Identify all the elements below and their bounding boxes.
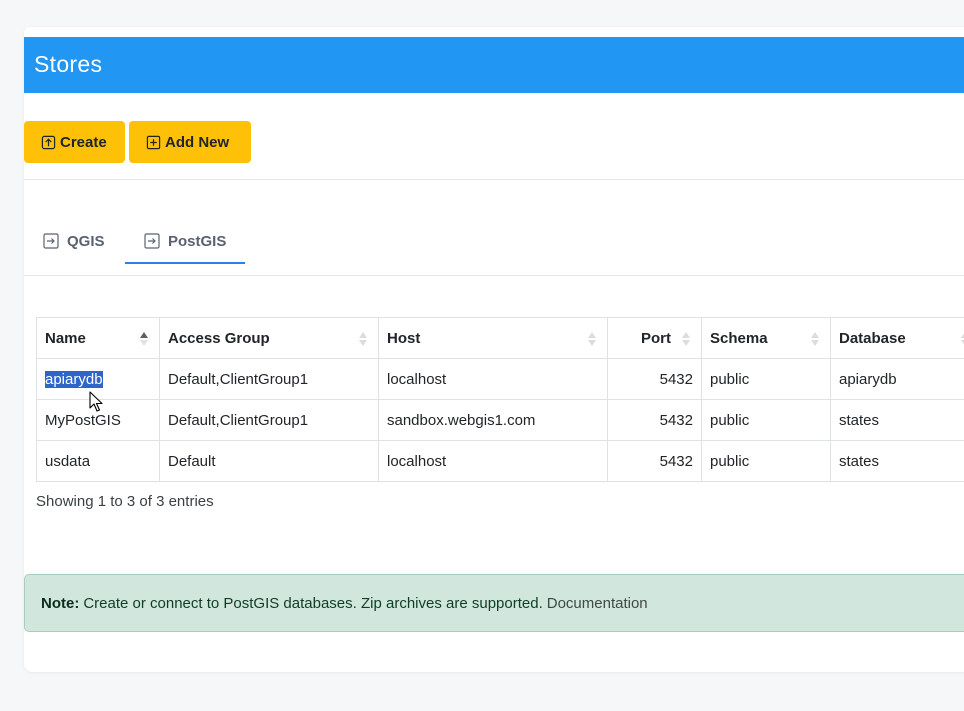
active-tab-indicator xyxy=(125,262,245,264)
cell-database: states xyxy=(830,440,964,482)
cell-host: localhost xyxy=(378,358,608,400)
card-header: Stores xyxy=(24,37,964,93)
column-header-access-group[interactable]: Access Group xyxy=(159,317,379,359)
sort-both-icon xyxy=(588,332,596,346)
divider xyxy=(24,179,964,180)
cell-schema: public xyxy=(701,440,831,482)
note-alert: Note: Create or connect to PostGIS datab… xyxy=(24,574,964,632)
sort-both-icon xyxy=(811,332,819,346)
create-button-label: Create xyxy=(60,133,107,151)
cell-host: localhost xyxy=(378,440,608,482)
note-label: Note: xyxy=(41,594,80,612)
tab-postgis-label: PostGIS xyxy=(168,232,227,250)
sort-both-icon xyxy=(682,332,690,346)
selected-text: apiarydb xyxy=(45,370,103,388)
table-info: Showing 1 to 3 of 3 entries xyxy=(36,493,214,510)
table-header-row: Name Access Group Host Port Schema Datab… xyxy=(36,317,964,359)
tab-qgis[interactable]: QGIS xyxy=(43,217,105,265)
page-title: Stores xyxy=(34,51,103,77)
cell-schema: public xyxy=(701,399,831,441)
stores-card: Stores Create Add New QGIS PostGIS Name … xyxy=(24,27,964,672)
arrow-in-square-icon xyxy=(43,233,59,249)
note-text: Create or connect to PostGIS databases. … xyxy=(83,594,543,612)
create-button[interactable]: Create xyxy=(24,121,125,163)
documentation-link[interactable]: Documentation xyxy=(547,595,648,612)
plus-square-icon xyxy=(146,135,161,150)
mouse-cursor-icon xyxy=(89,391,103,412)
cell-database: states xyxy=(830,399,964,441)
column-header-schema[interactable]: Schema xyxy=(701,317,831,359)
sort-both-icon xyxy=(359,332,367,346)
table-row[interactable]: apiarydb Default,ClientGroup1 localhost … xyxy=(36,358,964,400)
column-header-host[interactable]: Host xyxy=(378,317,608,359)
cell-access-group: Default,ClientGroup1 xyxy=(159,399,379,441)
tab-qgis-label: QGIS xyxy=(67,232,105,250)
add-new-button-label: Add New xyxy=(165,133,230,151)
table-row[interactable]: MyPostGIS Default,ClientGroup1 sandbox.w… xyxy=(36,399,964,441)
table-row[interactable]: usdata Default localhost 5432 public sta… xyxy=(36,440,964,482)
cell-port: 5432 xyxy=(607,399,702,441)
cell-schema: public xyxy=(701,358,831,400)
tab-postgis[interactable]: PostGIS xyxy=(125,217,245,265)
cell-name[interactable]: usdata xyxy=(36,440,160,482)
cell-access-group: Default xyxy=(159,440,379,482)
cell-host: sandbox.webgis1.com xyxy=(378,399,608,441)
store-type-tabs: QGIS PostGIS xyxy=(24,217,964,277)
arrow-in-square-icon xyxy=(144,233,160,249)
column-header-database[interactable]: Database xyxy=(830,317,964,359)
sort-both-icon xyxy=(961,333,964,345)
sort-up-icon xyxy=(140,332,148,346)
column-header-name[interactable]: Name xyxy=(36,317,160,359)
cell-access-group: Default,ClientGroup1 xyxy=(159,358,379,400)
upload-icon xyxy=(41,135,56,150)
divider xyxy=(24,275,964,276)
cell-port: 5432 xyxy=(607,358,702,400)
cell-port: 5432 xyxy=(607,440,702,482)
add-new-button[interactable]: Add New xyxy=(129,121,251,163)
column-header-port[interactable]: Port xyxy=(607,317,702,359)
cell-database: apiarydb xyxy=(830,358,964,400)
stores-table: Name Access Group Host Port Schema Datab… xyxy=(36,317,964,482)
